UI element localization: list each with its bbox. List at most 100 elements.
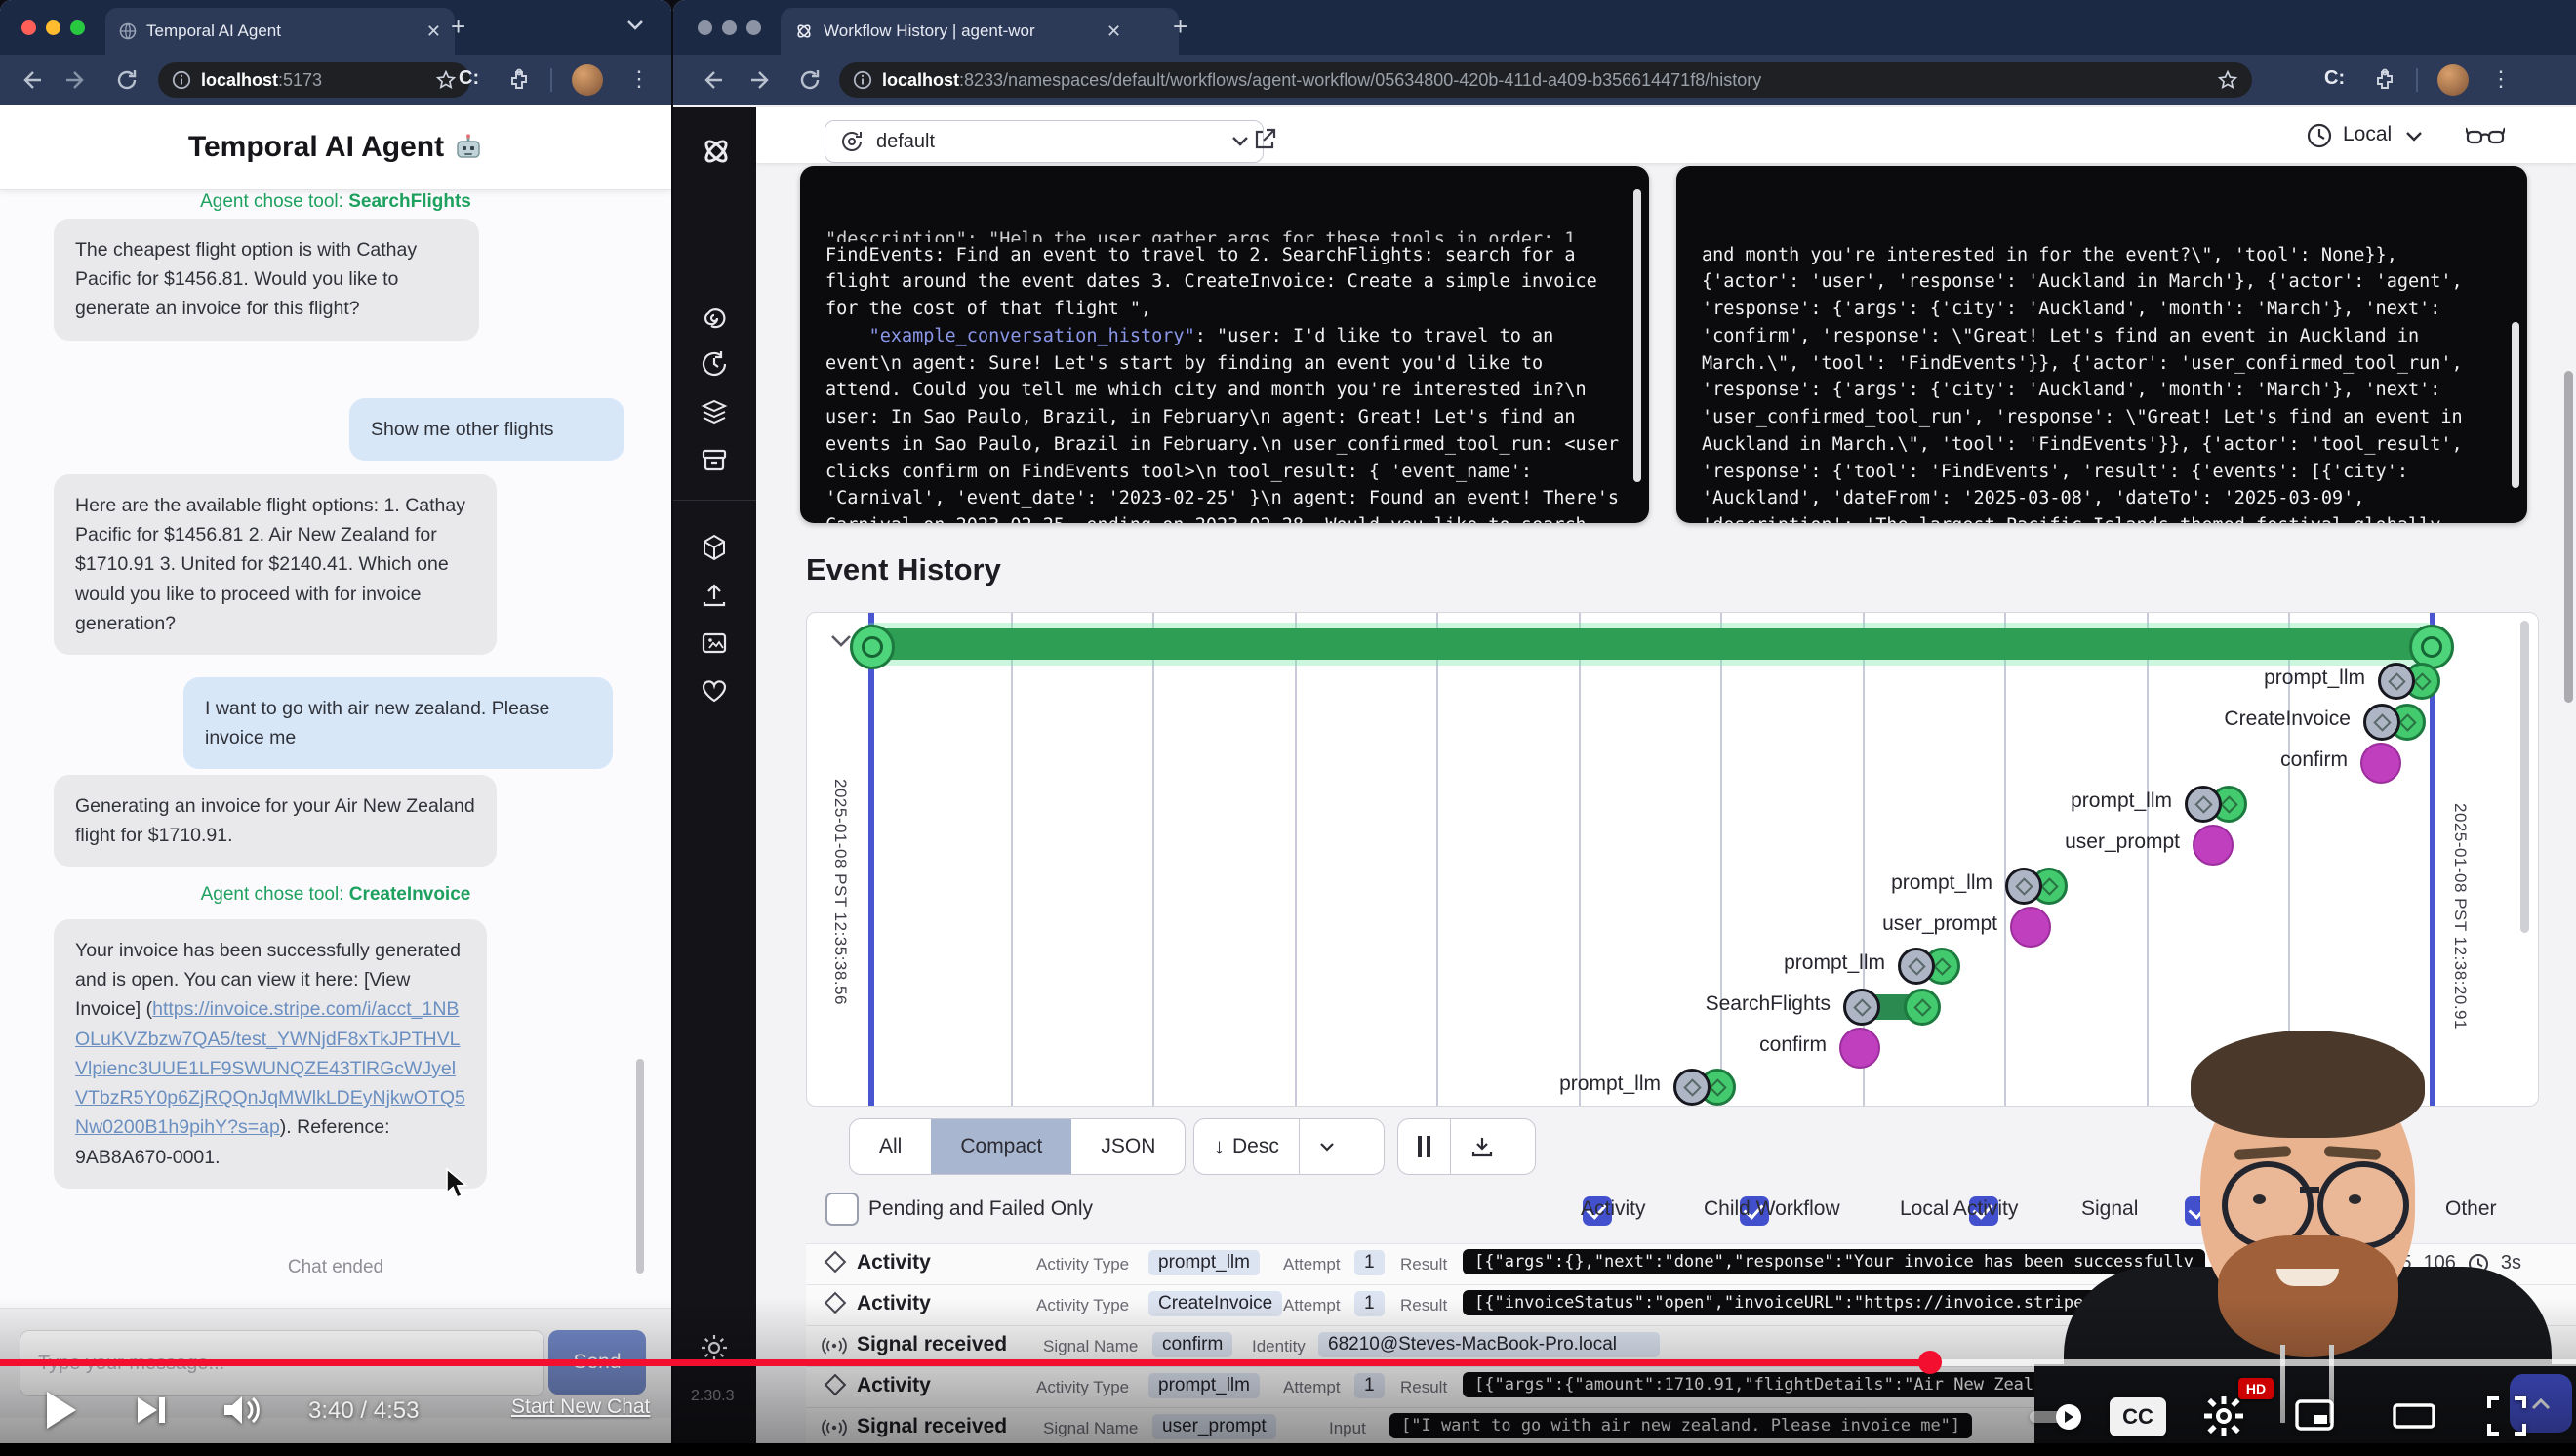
tab-workflow-history[interactable]: Workflow History | agent-wor ✕ xyxy=(781,8,1179,55)
activity-marker-pair[interactable] xyxy=(1673,1069,1744,1106)
left-address-bar[interactable]: localhost:5173 xyxy=(158,62,470,98)
workflow-input-json-panel[interactable]: "description": "Help the user gather arg… xyxy=(800,166,1649,523)
miniplayer-icon[interactable] xyxy=(2295,1399,2334,1431)
fullscreen-icon[interactable] xyxy=(2486,1395,2527,1436)
signal-marker[interactable] xyxy=(2193,825,2234,866)
new-tab-button[interactable]: + xyxy=(451,12,465,42)
profile-avatar[interactable] xyxy=(2437,64,2469,96)
zoom-window-button[interactable] xyxy=(746,20,761,35)
download-button[interactable] xyxy=(1451,1119,1513,1174)
chevron-down-icon[interactable] xyxy=(2405,131,2423,142)
tab-temporal-ai-agent[interactable]: Temporal AI Agent ✕ xyxy=(105,8,455,55)
close-window-button[interactable] xyxy=(698,20,712,35)
code-panel-scrollbar[interactable] xyxy=(1633,189,1641,482)
forward-button[interactable] xyxy=(64,68,88,92)
minimize-window-button[interactable] xyxy=(722,20,737,35)
video-playhead[interactable] xyxy=(1918,1351,1942,1374)
code-panel-scrollbar[interactable] xyxy=(2512,322,2519,488)
workflow-start-marker[interactable] xyxy=(850,625,895,669)
autoplay-toggle-icon[interactable] xyxy=(2026,1403,2084,1431)
extension-c-icon[interactable]: C: xyxy=(459,67,479,90)
collapse-chevron-icon[interactable] xyxy=(830,634,852,648)
spiral-icon[interactable] xyxy=(700,301,729,330)
video-progress-played[interactable] xyxy=(0,1359,1930,1366)
layers-icon[interactable] xyxy=(700,397,729,426)
pause-button[interactable] xyxy=(1398,1119,1450,1174)
volume-icon[interactable] xyxy=(222,1394,262,1427)
eye-left xyxy=(2253,1194,2266,1204)
theater-icon[interactable] xyxy=(2393,1403,2435,1429)
activity-marker-pair[interactable] xyxy=(2363,704,2434,741)
url-path: :8233/namespaces/default/workflows/agent… xyxy=(959,70,1761,90)
view-compact-button[interactable]: Compact xyxy=(931,1119,1071,1174)
close-window-button[interactable] xyxy=(21,20,36,35)
activity-marker-pair[interactable] xyxy=(1898,948,1968,985)
pause-download-buttons[interactable] xyxy=(1397,1118,1536,1175)
page-scrollbar[interactable] xyxy=(2564,371,2573,703)
right-address-bar[interactable]: localhost:8233/namespaces/default/workfl… xyxy=(839,62,2252,98)
extensions-puzzle-icon[interactable] xyxy=(2373,68,2396,92)
back-button[interactable] xyxy=(701,68,724,92)
next-icon[interactable] xyxy=(135,1394,168,1427)
glasses-icon[interactable] xyxy=(2466,124,2505,149)
view-all-button[interactable]: All xyxy=(850,1119,931,1174)
site-info-icon[interactable] xyxy=(853,70,872,90)
timezone-value[interactable]: Local xyxy=(2343,123,2392,146)
cube-icon[interactable] xyxy=(700,533,729,562)
start-new-chat-link[interactable]: Start New Chat xyxy=(511,1395,650,1419)
site-info-icon[interactable] xyxy=(172,70,191,90)
video-progress-remaining[interactable] xyxy=(1930,1359,2576,1366)
namespace-select[interactable]: default xyxy=(825,120,1264,163)
timeline-start-timestamp: 2025-01-08 PST 12:35:38.56 xyxy=(830,779,850,1005)
version-label: 2.30.3 xyxy=(691,1388,734,1405)
forward-button[interactable] xyxy=(749,68,773,92)
browser-menu-icon[interactable]: ⋮ xyxy=(628,66,650,92)
zoom-window-button[interactable] xyxy=(70,20,85,35)
activity-marker-pair[interactable] xyxy=(2005,868,2075,905)
bookmark-star-icon[interactable] xyxy=(435,69,457,91)
webcam-overlay xyxy=(2034,1023,2576,1443)
temporal-logo-icon[interactable] xyxy=(700,135,733,168)
chat-scrollbar[interactable] xyxy=(636,1059,644,1274)
cc-icon[interactable]: CC xyxy=(2110,1397,2166,1436)
reload-button[interactable] xyxy=(115,68,139,92)
sun-icon[interactable] xyxy=(700,1333,729,1362)
signal-marker[interactable] xyxy=(1839,1028,1880,1069)
extension-c-icon[interactable]: C: xyxy=(2324,67,2345,90)
extensions-puzzle-icon[interactable] xyxy=(507,68,531,92)
close-tab-icon[interactable]: ✕ xyxy=(1107,21,1121,42)
pending-failed-checkbox[interactable] xyxy=(825,1193,859,1226)
reload-button[interactable] xyxy=(798,68,822,92)
signal-marker[interactable] xyxy=(2010,907,2051,948)
play-icon[interactable] xyxy=(43,1390,78,1431)
sort-options-chevron[interactable] xyxy=(1300,1119,1354,1174)
workflow-execution-bar[interactable] xyxy=(868,628,2430,660)
signal-marker[interactable] xyxy=(2360,743,2401,784)
tab-overflow-chevron-icon[interactable] xyxy=(626,20,644,31)
schedule-clock-icon[interactable] xyxy=(700,349,729,379)
view-mode-segmented-control[interactable]: All Compact JSON xyxy=(849,1118,1186,1175)
activity-marker-pair[interactable] xyxy=(2378,663,2448,700)
profile-avatar[interactable] xyxy=(572,64,603,96)
activity-marker-pair-wide[interactable] xyxy=(1843,989,1949,1026)
settings-gear-icon[interactable] xyxy=(2203,1395,2244,1436)
workflow-result-json-panel[interactable]: and month you're interested in for the e… xyxy=(1676,166,2527,523)
open-external-icon[interactable] xyxy=(1252,127,1277,152)
card-icon[interactable] xyxy=(700,628,729,658)
agent-invoice-message: Your invoice has been successfully gener… xyxy=(54,919,487,1189)
browser-menu-icon[interactable]: ⋮ xyxy=(2490,66,2512,92)
view-json-button[interactable]: JSON xyxy=(1071,1119,1185,1174)
activity-marker-pair[interactable] xyxy=(2185,786,2255,823)
sort-desc-button[interactable]: ↓Desc xyxy=(1193,1118,1385,1175)
close-tab-icon[interactable]: ✕ xyxy=(426,21,441,42)
timeline-scrollbar[interactable] xyxy=(2520,621,2529,933)
bookmark-star-icon[interactable] xyxy=(2217,69,2238,91)
back-button[interactable] xyxy=(20,68,43,92)
page-title: Temporal AI Agent xyxy=(188,131,444,164)
archive-box-icon[interactable] xyxy=(700,445,729,474)
minimize-window-button[interactable] xyxy=(46,20,60,35)
heart-icon[interactable] xyxy=(700,676,729,706)
upload-icon[interactable] xyxy=(700,581,729,610)
chat-message-list[interactable]: Agent chose tool: SearchFlights The chea… xyxy=(0,189,671,1308)
new-tab-button[interactable]: + xyxy=(1173,12,1187,42)
